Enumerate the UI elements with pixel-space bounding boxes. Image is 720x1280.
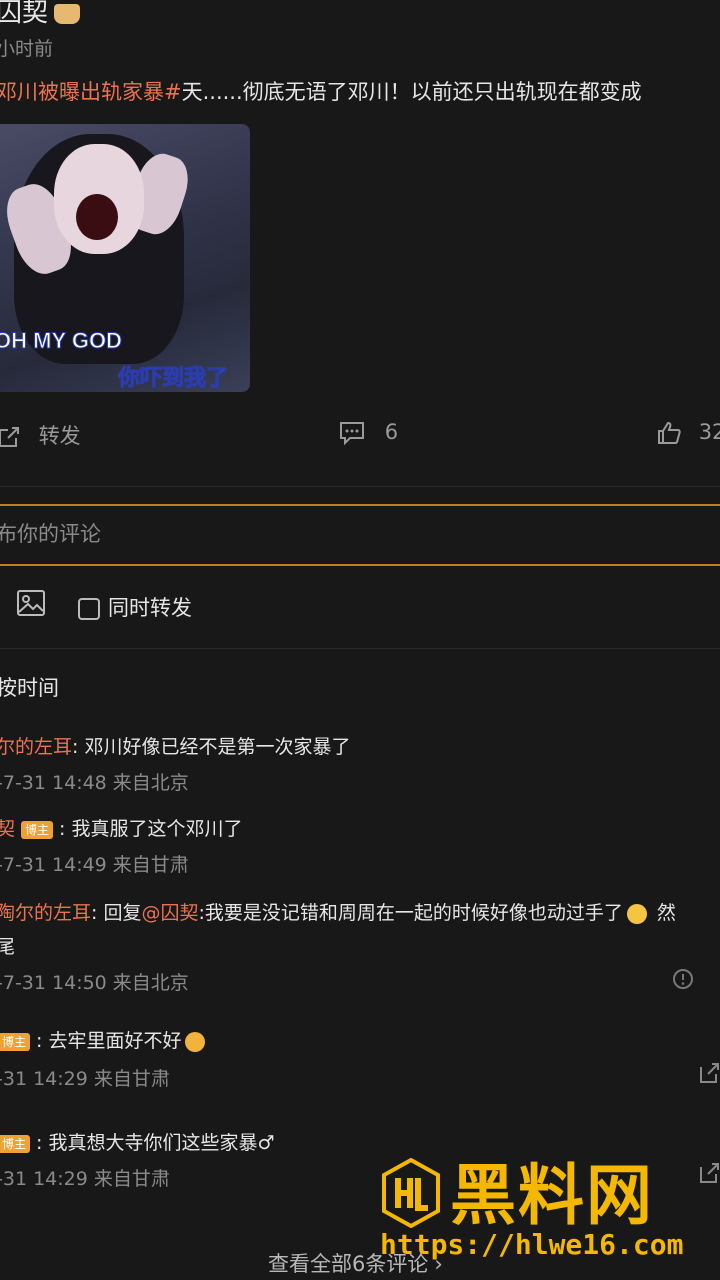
divider [0, 648, 720, 649]
like-count: 32 [698, 420, 720, 444]
repost-label: 转发 [38, 424, 81, 448]
comment-text: : 我真服了这个邓川了 [59, 818, 243, 840]
share-icon [700, 1163, 719, 1183]
post-author-name[interactable]: 囚契 [0, 0, 81, 29]
comment-button[interactable]: 6 [338, 420, 398, 446]
comment-username[interactable]: 尔的左耳 [0, 736, 72, 758]
author-name-text[interactable]: 囚契 [0, 0, 48, 28]
checkbox-icon[interactable] [78, 598, 100, 620]
comment-placeholder: 布你的评论 [0, 522, 101, 546]
comment-text-tail: 然 [656, 902, 676, 924]
thumbs-up-icon [658, 421, 681, 444]
sort-by-time[interactable]: 按时间 [0, 672, 59, 702]
report-button[interactable] [672, 968, 694, 994]
comment-username[interactable]: 陶尔的左耳 [0, 902, 91, 924]
divider [0, 486, 720, 487]
comment-item: 博主 : 我真想大寺你们这些家暴♂ [0, 1128, 275, 1155]
image-icon [17, 590, 45, 616]
comment-text: : 我真想大寺你们这些家暴♂ [36, 1132, 275, 1154]
comment-input[interactable] [0, 504, 720, 566]
watermark-logo-icon [382, 1158, 440, 1228]
smile-emoji-icon [626, 903, 647, 924]
post-time: 小时前 [0, 38, 54, 60]
comment-text: 邓川好像已经不是第一次家暴了 [78, 736, 351, 758]
comment-meta: -7-31 14:50 来自北京 [0, 972, 189, 994]
author-badge: 博主 [21, 820, 54, 839]
comment-text-line2: 尾 [0, 936, 16, 958]
post-body: 邓川被曝出轨家暴#天......彻底无语了邓川！以前还只出轨现在都变成 [0, 76, 642, 106]
comment-meta: -31 14:29 来自甘肃 [0, 1068, 170, 1090]
watermark-url: https://hlwe16.com [380, 1228, 684, 1261]
post-body-text: 天......彻底无语了邓川！以前还只出轨现在都变成 [181, 80, 642, 104]
reply-mention[interactable]: @囚契 [141, 902, 198, 924]
image-caption-cn: 你吓到我了 [117, 366, 229, 392]
author-badge: 博主 [0, 1032, 31, 1051]
comment-count: 6 [384, 420, 399, 444]
comment-item: 陶尔的左耳: 回复@囚契:我要是没记错和周周在一起的时候好像也动过手了 然 [0, 898, 676, 925]
insert-image-button[interactable] [16, 588, 46, 622]
share-comment-button[interactable] [698, 1062, 720, 1088]
comment-meta: -31 14:29 来自甘肃 [0, 1168, 170, 1190]
share-comment-button[interactable] [698, 1162, 720, 1188]
reply-prefix: : 回复 [91, 902, 142, 924]
comment-text: : 去牢里面好不好 [36, 1030, 182, 1052]
warning-icon [673, 969, 693, 989]
image-mouth [76, 194, 118, 240]
repost-icon [0, 427, 19, 447]
sync-repost-label: 同时转发 [108, 596, 192, 620]
post-image[interactable]: OH MY GOD 你吓到我了 [0, 124, 250, 392]
watermark-brand: 黑料网 [450, 1157, 654, 1234]
crown-icon [54, 3, 81, 24]
comment-meta: -7-31 14:48 来自北京 [0, 772, 189, 794]
comment-item: 尔的左耳: 邓川好像已经不是第一次家暴了 [0, 732, 350, 759]
comment-item: 契博主 : 我真服了这个邓川了 [0, 814, 242, 841]
hashtag-link[interactable]: 邓川被曝出轨家暴# [0, 80, 182, 104]
comment-icon [340, 422, 364, 446]
crying-laugh-emoji-icon [185, 1031, 206, 1052]
comment-item: 博主 : 去牢里面好不好 [0, 1026, 206, 1053]
comment-username[interactable]: 契 [0, 818, 15, 840]
like-button[interactable]: 32 [656, 420, 720, 446]
comment-text: :我要是没记错和周周在一起的时候好像也动过手了 [198, 902, 623, 924]
share-icon [700, 1063, 719, 1083]
sync-repost-checkbox[interactable]: 同时转发 [78, 592, 192, 622]
image-caption-en: OH MY GOD [0, 328, 122, 354]
repost-button[interactable]: 转发 [0, 420, 81, 450]
comment-meta: -7-31 14:49 来自甘肃 [0, 854, 189, 876]
author-badge: 博主 [0, 1134, 31, 1153]
